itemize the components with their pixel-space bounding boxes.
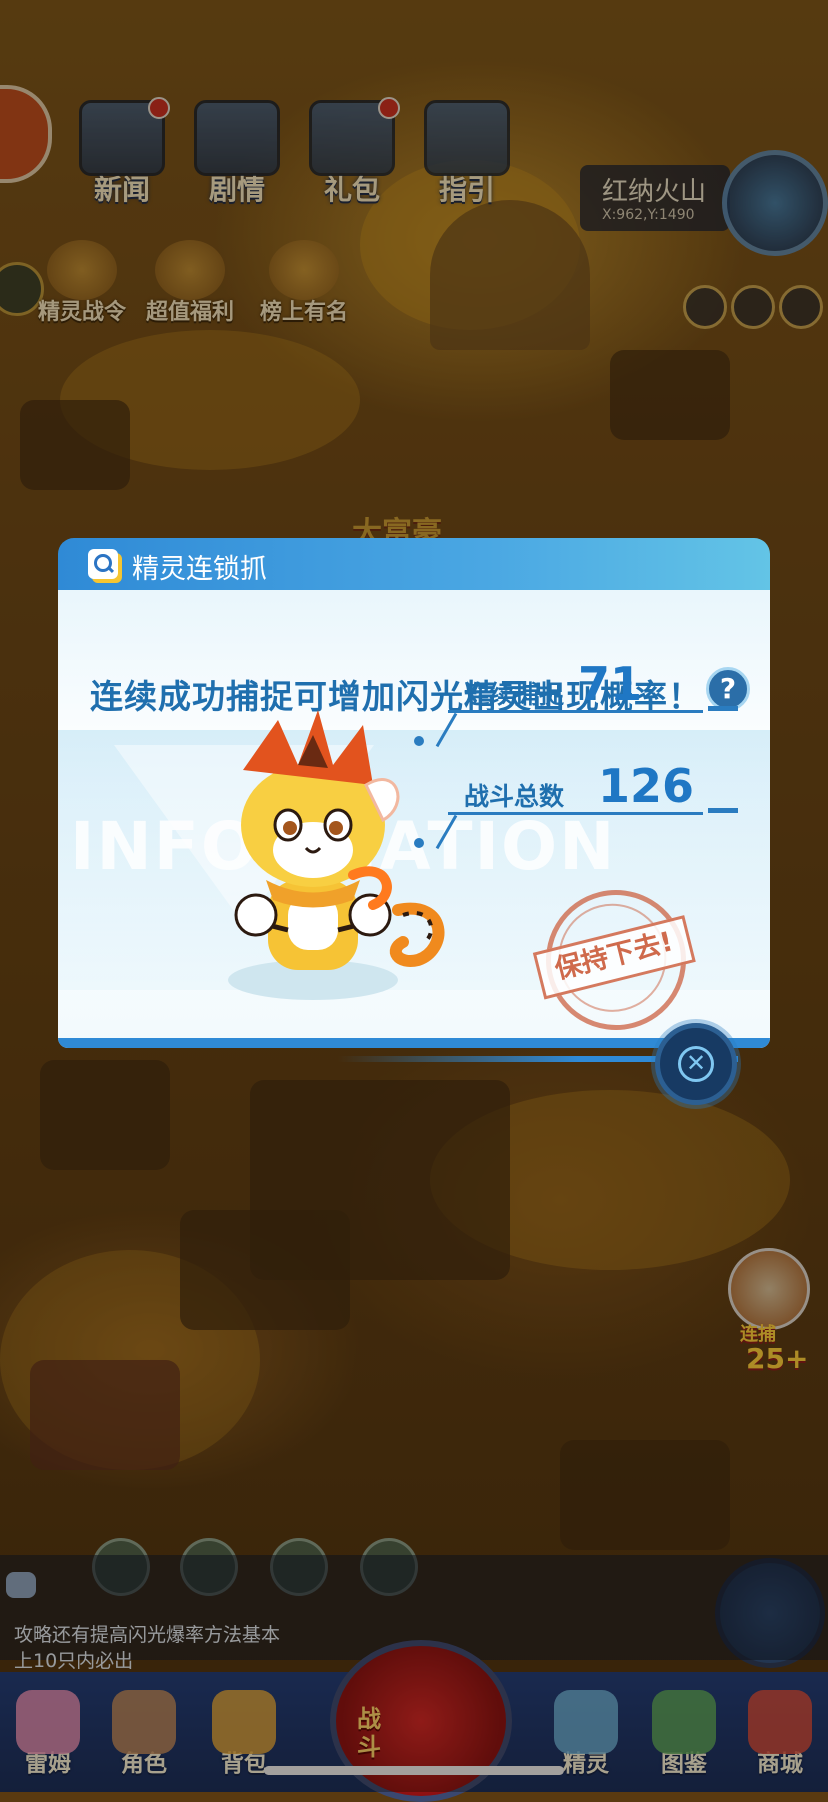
close-icon: ✕ xyxy=(678,1046,714,1082)
battle-total-value: 126 xyxy=(598,759,695,813)
battle-total-line xyxy=(448,812,703,815)
dialog-body: INFORMATION 连续成功捕捉可增加闪光精灵出现概率！ ? xyxy=(58,590,770,1048)
close-button[interactable]: ✕ xyxy=(655,1023,737,1105)
streak-catch-dot xyxy=(414,736,424,746)
battle-total-line-end xyxy=(708,808,738,813)
battle-total-dot xyxy=(414,838,424,848)
dialog-title: 精灵连锁抓 xyxy=(132,554,267,585)
dialog-header: 精灵连锁抓 xyxy=(58,538,770,590)
chain-catch-dialog: 精灵连锁抓 INFORMATION 连续成功捕捉可增加闪光精灵出现概率！ ? xyxy=(58,538,770,1062)
search-icon xyxy=(88,549,118,579)
streak-catch-label: 连续捕捉 xyxy=(464,680,565,709)
streak-catch-value: 71 xyxy=(578,657,643,711)
fire-tiger-spirit-illustration xyxy=(228,710,445,1000)
streak-catch-line-end xyxy=(708,706,738,711)
help-icon[interactable]: ? xyxy=(706,667,750,711)
streak-catch-line xyxy=(448,710,703,713)
battle-total-label: 战斗总数 xyxy=(464,782,565,811)
